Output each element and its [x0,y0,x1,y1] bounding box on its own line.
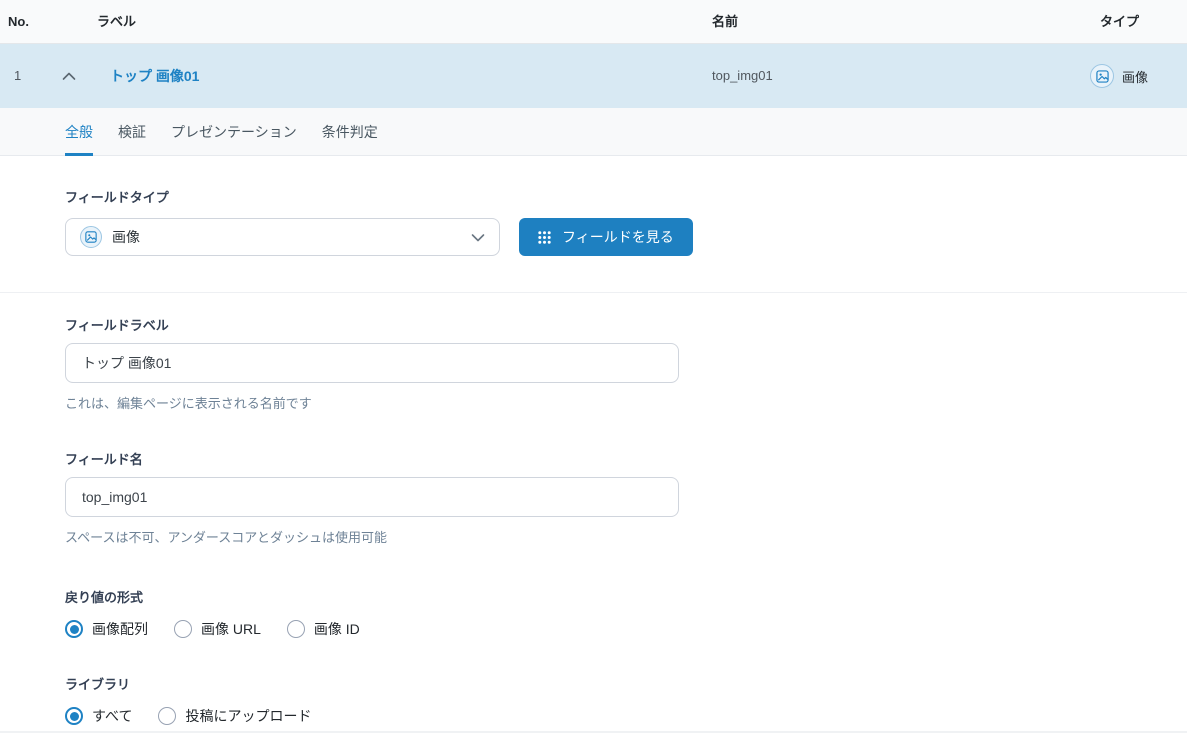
radio-icon[interactable] [158,707,176,725]
return-format-label: 戻り値の形式 [65,590,1187,606]
radio-option-uploaded-to-post[interactable]: 投稿にアップロード [158,706,311,726]
radio-option-label: 画像 ID [314,619,360,639]
image-icon [1090,64,1114,88]
field-name-label: フィールド名 [65,452,1187,468]
radio-option-label: 画像 URL [201,619,261,639]
field-type-selected-value: 画像 [112,227,140,247]
radio-icon[interactable] [287,620,305,638]
return-format-section: 戻り値の形式 画像配列 画像 URL 画像 ID [65,590,1187,639]
field-type-badge-label: 画像 [1122,67,1148,86]
radio-option-image-array[interactable]: 画像配列 [65,619,148,639]
tab-presentation[interactable]: プレゼンテーション [171,108,297,155]
chevron-up-icon[interactable] [58,65,80,87]
browse-fields-button[interactable]: フィールドを見る [519,218,693,256]
field-name-help-text: スペースは不可、アンダースコアとダッシュは使用可能 [65,527,1187,546]
field-settings-screen: No. ラベル 名前 タイプ 1 トップ 画像01 top_img01 画像 全… [0,0,1187,733]
library-section: ライブラリ すべて 投稿にアップロード メディアライブラリの選択肢を制限 [65,677,1187,733]
radio-icon[interactable] [65,620,83,638]
column-header-label: ラベル [97,0,136,43]
field-name-input[interactable] [65,477,679,517]
field-type-label: フィールドタイプ [65,190,1187,206]
radio-option-label: すべて [92,706,132,726]
field-label-section: フィールドラベル これは、編集ページに表示される名前です [65,318,1187,412]
section-divider [0,292,1187,293]
tab-conditional-logic[interactable]: 条件判定 [322,108,378,155]
radio-option-label: 投稿にアップロード [185,706,311,726]
field-row[interactable]: 1 トップ 画像01 top_img01 画像 [0,44,1187,108]
table-header: No. ラベル 名前 タイプ [0,0,1187,44]
radio-option-label: 画像配列 [92,619,148,639]
column-header-type: タイプ [1100,0,1139,43]
radio-option-image-id[interactable]: 画像 ID [287,619,360,639]
radio-icon[interactable] [65,707,83,725]
radio-icon[interactable] [174,620,192,638]
field-label-label: フィールドラベル [65,318,1187,334]
field-type-section: フィールドタイプ 画像 フィールドを見る [65,190,1187,256]
field-label-help-text: これは、編集ページに表示される名前です [65,393,1187,412]
field-label-link[interactable]: トップ 画像01 [110,66,199,86]
radio-option-image-url[interactable]: 画像 URL [174,619,261,639]
grid-icon [538,231,551,244]
field-label-input[interactable] [65,343,679,383]
field-type-select[interactable]: 画像 [65,218,500,256]
field-name-value: top_img01 [712,44,773,108]
image-icon [80,226,102,248]
column-header-name: 名前 [712,0,738,43]
field-name-section: フィールド名 スペースは不可、アンダースコアとダッシュは使用可能 [65,452,1187,546]
library-radio-group: すべて 投稿にアップロード [65,706,1187,726]
library-label: ライブラリ [65,677,1187,693]
field-row-number: 1 [14,44,21,108]
tab-validation[interactable]: 検証 [118,108,146,155]
browse-fields-button-label: フィールドを見る [562,227,674,247]
column-header-no: No. [8,0,29,43]
settings-tabs: 全般 検証 プレゼンテーション 条件判定 [0,108,1187,156]
chevron-down-icon [471,233,485,242]
return-format-radio-group: 画像配列 画像 URL 画像 ID [65,619,1187,639]
general-settings-panel: フィールドタイプ 画像 フィールドを見る [0,156,1187,733]
tab-general[interactable]: 全般 [65,108,93,155]
radio-option-all[interactable]: すべて [65,706,132,726]
field-type-badge: 画像 [1090,64,1148,88]
